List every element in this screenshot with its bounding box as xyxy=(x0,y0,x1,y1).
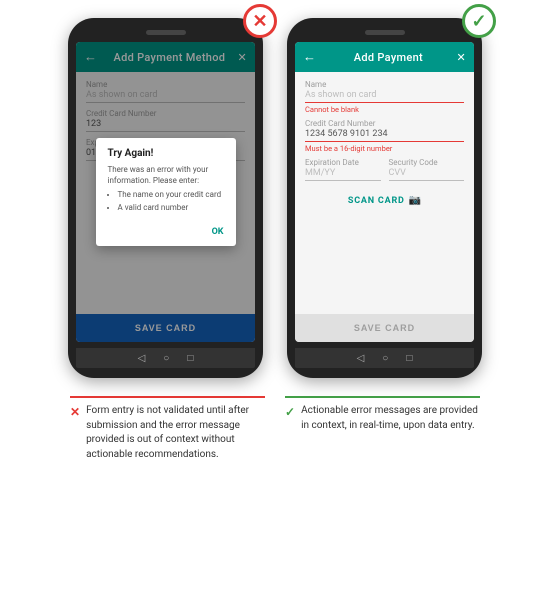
captions-row: ✕ Form entry is not validated until afte… xyxy=(20,396,530,462)
bad-nav-home[interactable]: ○ xyxy=(163,353,169,364)
good-cc-label: Credit Card Number xyxy=(305,119,464,128)
bad-caption-icon: ✕ xyxy=(70,405,80,419)
good-back-arrow[interactable]: ← xyxy=(303,49,316,65)
good-divider xyxy=(285,396,480,398)
good-exp-col: Expiration Date MM/YY xyxy=(305,158,381,187)
good-caption-icon: ✓ xyxy=(285,405,295,419)
good-nav-recents[interactable]: □ xyxy=(406,353,412,364)
bad-phone: ← Add Payment Method ✕ Name As shown on … xyxy=(68,18,263,378)
bad-caption-block: ✕ Form entry is not validated until afte… xyxy=(70,396,265,462)
bad-divider xyxy=(70,396,265,398)
good-cc-error: Must be a 16-digit number xyxy=(305,144,464,153)
bad-dialog-item-1: The name on your credit card xyxy=(118,189,224,200)
good-caption-text: Actionable error messages are provided i… xyxy=(301,404,480,433)
bad-caption-text: Form entry is not validated until after … xyxy=(86,404,265,462)
good-app-header: ← Add Payment ✕ xyxy=(295,42,474,72)
good-nav-home[interactable]: ○ xyxy=(382,353,388,364)
good-cvv-label: Security Code xyxy=(389,158,465,167)
good-phone: ← Add Payment ✕ Name As shown on card Ca… xyxy=(287,18,482,378)
good-save-card-button[interactable]: SAVE CARD xyxy=(295,314,474,342)
good-phone-screen: ← Add Payment ✕ Name As shown on card Ca… xyxy=(295,42,474,342)
good-caption: ✓ Actionable error messages are provided… xyxy=(285,404,480,433)
good-cvv-input[interactable]: CVV xyxy=(389,168,465,181)
good-scan-card-row: SCAN CARD 📷 xyxy=(305,195,464,206)
good-header-title: Add Payment xyxy=(320,51,456,64)
good-exp-input[interactable]: MM/YY xyxy=(305,168,381,181)
bad-dialog-box: Try Again! There was an error with your … xyxy=(96,138,236,247)
good-scan-card-button[interactable]: SCAN CARD xyxy=(348,196,405,206)
good-exp-cvv-row: Expiration Date MM/YY Security Code CVV xyxy=(305,158,464,187)
bad-phone-navbar: ◁ ○ □ xyxy=(76,348,255,368)
bad-dialog-overlay: Try Again! There was an error with your … xyxy=(76,42,255,342)
bad-phone-screen: ← Add Payment Method ✕ Name As shown on … xyxy=(76,42,255,342)
bad-dialog-body: There was an error with your information… xyxy=(108,164,224,214)
good-close-button[interactable]: ✕ xyxy=(456,51,466,64)
good-name-input[interactable]: As shown on card xyxy=(305,90,464,103)
bad-caption: ✕ Form entry is not validated until afte… xyxy=(70,404,265,462)
phone-speaker-bad xyxy=(146,30,186,35)
bad-badge: ✕ xyxy=(243,4,277,38)
phone-speaker-good xyxy=(365,30,405,35)
bad-dialog-title: Try Again! xyxy=(108,148,224,159)
bad-nav-back[interactable]: ◁ xyxy=(138,353,146,364)
bad-dialog-item-2: A valid card number xyxy=(118,202,224,213)
bad-dialog-ok-button[interactable]: OK xyxy=(212,227,224,237)
good-cc-input[interactable]: 1234 5678 9101 234 xyxy=(305,129,464,142)
good-phone-navbar: ◁ ○ □ xyxy=(295,348,474,368)
good-form-content: Name As shown on card Cannot be blank Cr… xyxy=(295,72,474,314)
good-name-error: Cannot be blank xyxy=(305,105,464,114)
bad-dialog-actions: OK xyxy=(108,219,224,238)
good-cvv-col: Security Code CVV xyxy=(389,158,465,187)
good-name-label: Name xyxy=(305,80,464,89)
good-nav-back[interactable]: ◁ xyxy=(357,353,365,364)
good-exp-label: Expiration Date xyxy=(305,158,381,167)
bad-nav-recents[interactable]: □ xyxy=(187,353,193,364)
good-badge: ✓ xyxy=(462,4,496,38)
good-caption-block: ✓ Actionable error messages are provided… xyxy=(285,396,480,462)
good-camera-icon: 📷 xyxy=(409,195,421,206)
